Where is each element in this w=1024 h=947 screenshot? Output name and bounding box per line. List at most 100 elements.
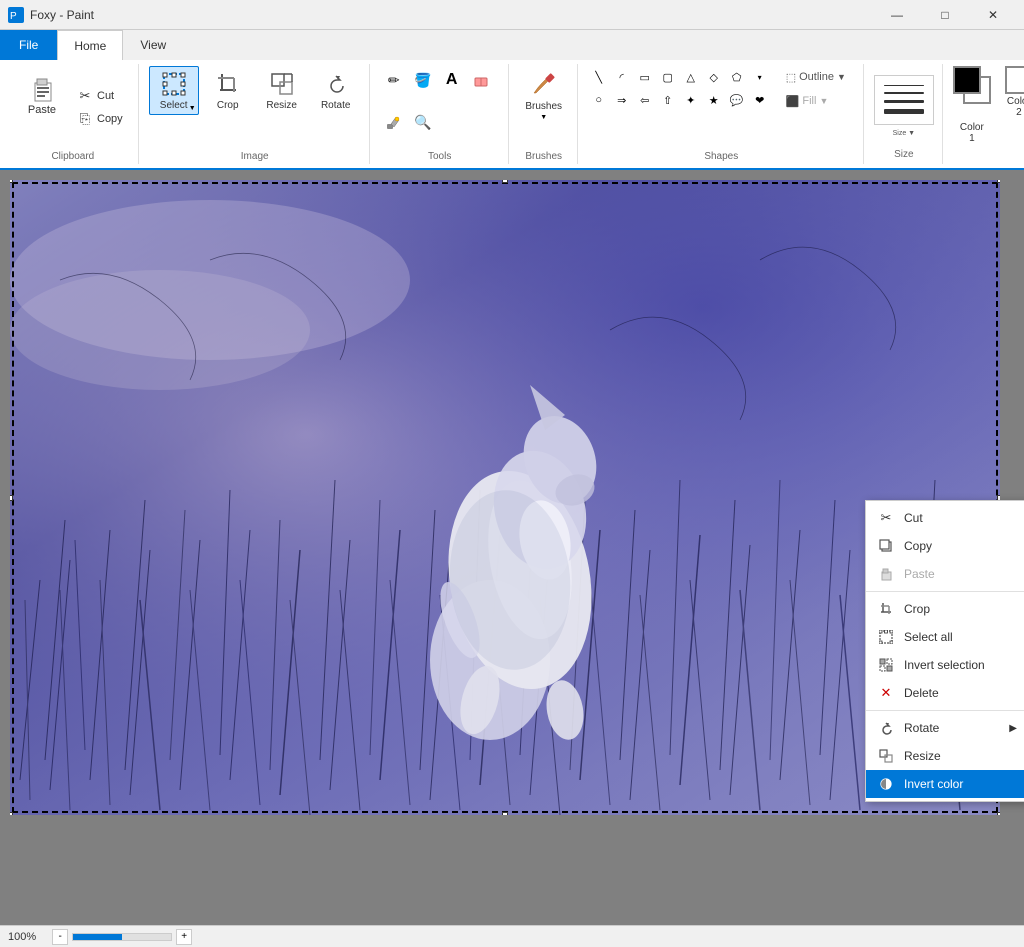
shape-heart[interactable]: ❤: [749, 89, 771, 111]
outline-label: Outline: [799, 71, 834, 83]
fill-tool[interactable]: 🪣: [409, 66, 437, 94]
handle-bm[interactable]: [502, 812, 508, 815]
ctx-paste[interactable]: Paste: [866, 560, 1024, 588]
paste-button[interactable]: Paste: [16, 66, 68, 122]
crop-label: Crop: [217, 100, 239, 111]
cut-button[interactable]: ✂ Cut: [70, 85, 130, 107]
pencil-tool[interactable]: ✏: [380, 66, 408, 94]
brushes-button[interactable]: Brushes ▼: [519, 66, 569, 122]
colors-content: Color1 Color2: [953, 66, 1024, 149]
outline-dropdown: ▼: [837, 72, 846, 82]
shape-triangle[interactable]: △: [680, 66, 702, 88]
resize-label: Resize: [266, 100, 297, 111]
zoom-control: - +: [52, 929, 192, 945]
image-group: Select ▼ Crop: [141, 64, 370, 164]
close-button[interactable]: ✕: [970, 0, 1016, 30]
shapes-content: ╲ ◜ ▭ ▢ △ ◇ ⬠ ▾ ○ ⇒ ⇦ ⇧ ✦ ★ 💬 ❤ ⬚ Ou: [588, 66, 855, 149]
file-tab[interactable]: File: [0, 30, 57, 60]
color-stack: [953, 66, 991, 104]
ctx-crop-icon: [878, 601, 894, 617]
ctx-cut-label: Cut: [904, 511, 1017, 525]
select-label: Select: [160, 100, 188, 111]
shape-diamond[interactable]: ◇: [703, 66, 725, 88]
color2-large-box[interactable]: [1005, 66, 1024, 94]
shape-rect[interactable]: ▭: [634, 66, 656, 88]
zoom-in-button[interactable]: +: [176, 929, 192, 945]
shape-arrow-left[interactable]: ⇦: [634, 89, 656, 111]
rotate-button[interactable]: Rotate ▼: [311, 66, 361, 115]
ctx-paste-label: Paste: [904, 567, 1017, 581]
ctx-select-all[interactable]: Select all: [866, 623, 1024, 651]
size-dropdown-button[interactable]: Size ▼: [893, 130, 916, 137]
maximize-button[interactable]: □: [922, 0, 968, 30]
crop-button[interactable]: Crop: [203, 66, 253, 115]
ctx-crop[interactable]: Crop: [866, 595, 1024, 623]
zoom-slider-track: [72, 933, 172, 941]
shape-star5[interactable]: ★: [703, 89, 725, 111]
minimize-button[interactable]: —: [874, 0, 920, 30]
outline-button[interactable]: ⬚ Outline ▼: [777, 66, 855, 88]
ctx-cut[interactable]: ✂ Cut: [866, 504, 1024, 532]
tools-content: ✏ 🪣 A 🔍: [380, 66, 500, 149]
size-icon: [874, 75, 934, 125]
clipboard-content: Paste ✂ Cut ⎘ Copy: [16, 66, 130, 149]
scene-svg: [10, 180, 1000, 815]
ctx-copy[interactable]: Copy: [866, 532, 1024, 560]
shape-line[interactable]: ╲: [588, 66, 610, 88]
size-group-label: Size: [894, 147, 913, 160]
ctx-rotate-arrow: ▶: [1009, 723, 1017, 734]
ctx-invert-color-icon: [878, 776, 894, 792]
rotate-label: Rotate: [321, 100, 350, 111]
home-tab[interactable]: Home: [57, 30, 123, 60]
eraser-tool[interactable]: [467, 66, 495, 94]
shape-more[interactable]: ▾: [749, 66, 771, 88]
ctx-invert-color[interactable]: Invert color: [866, 770, 1024, 798]
handle-tm[interactable]: [502, 180, 508, 183]
window-controls: — □ ✕: [874, 0, 1016, 30]
shape-roundrect[interactable]: ▢: [657, 66, 679, 88]
brushes-content: Brushes ▼: [519, 66, 569, 149]
shapes-group-label: Shapes: [704, 149, 738, 162]
handle-ml[interactable]: [10, 495, 13, 501]
cut-label: Cut: [97, 90, 114, 102]
copy-icon: ⎘: [77, 111, 93, 127]
fill-button[interactable]: ⬛ Fill ▼: [777, 90, 855, 112]
select-button[interactable]: Select ▼: [149, 66, 199, 115]
size-line-3: [884, 100, 924, 103]
outline-icon: ⬚: [786, 71, 796, 84]
handle-br[interactable]: [997, 812, 1000, 815]
copy-button[interactable]: ⎘ Copy: [70, 108, 130, 130]
color-picker-tool[interactable]: [380, 108, 408, 136]
paste-icon: [26, 72, 58, 104]
color1-box[interactable]: [953, 66, 981, 94]
shape-arrow-up[interactable]: ⇧: [657, 89, 679, 111]
colors-group: Color1 Color2 Colors: [945, 64, 1024, 164]
shape-ellipse[interactable]: ○: [588, 89, 610, 111]
shape-callout[interactable]: 💬: [726, 89, 748, 111]
fill-icon: ⬛: [786, 95, 800, 108]
shape-arrow-right[interactable]: ⇒: [611, 89, 633, 111]
resize-button[interactable]: Resize: [257, 66, 307, 115]
handle-tr[interactable]: [997, 180, 1000, 183]
color1-label: Color1: [960, 122, 984, 144]
shapes-grid: ╲ ◜ ▭ ▢ △ ◇ ⬠ ▾ ○ ⇒ ⇦ ⇧ ✦ ★ 💬 ❤: [588, 66, 771, 111]
shape-pentagon[interactable]: ⬠: [726, 66, 748, 88]
text-tool[interactable]: A: [438, 66, 466, 94]
shape-star4[interactable]: ✦: [680, 89, 702, 111]
canvas-container: ✂ Cut Copy: [10, 180, 1000, 815]
ctx-delete-icon: ✕: [878, 685, 894, 701]
fill-label: Fill: [802, 95, 816, 107]
ctx-resize[interactable]: Resize: [866, 742, 1024, 770]
ctx-delete[interactable]: ✕ Delete: [866, 679, 1024, 707]
zoom-tool[interactable]: 🔍: [409, 108, 437, 136]
ctx-invert-sel-icon: [878, 657, 894, 673]
view-tab[interactable]: View: [123, 30, 183, 60]
zoom-out-button[interactable]: -: [52, 929, 68, 945]
handle-bl[interactable]: [10, 812, 13, 815]
handle-tl[interactable]: [10, 180, 13, 183]
ctx-rotate[interactable]: Rotate ▶: [866, 714, 1024, 742]
ctx-select-all-label: Select all: [904, 630, 1017, 644]
canvas-area[interactable]: ✂ Cut Copy: [0, 170, 1024, 925]
ctx-invert-selection[interactable]: Invert selection: [866, 651, 1024, 679]
shape-curve[interactable]: ◜: [611, 66, 633, 88]
